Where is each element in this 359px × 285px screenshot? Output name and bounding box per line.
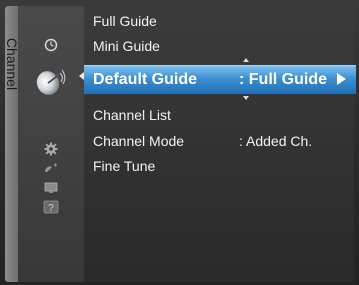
menu-item-channel-mode[interactable]: Channel Mode — [93, 133, 184, 149]
category-side-tab: Channel — [4, 6, 20, 282]
svg-text:?: ? — [48, 203, 54, 214]
default-guide-value[interactable]: : Full Guide — [239, 71, 327, 89]
menu-item-fine-tune[interactable]: Fine Tune — [93, 158, 155, 174]
satellite-dish-icon[interactable] — [18, 64, 84, 100]
menu-item-mini-guide[interactable]: Mini Guide — [93, 38, 160, 54]
option-down-arrow[interactable] — [243, 96, 249, 100]
menu-item-channel-list[interactable]: Channel List — [93, 107, 171, 123]
channel-mode-value[interactable]: : Added Ch. — [239, 133, 312, 149]
option-up-arrow[interactable] — [243, 58, 249, 62]
submenu-right-arrow[interactable] — [337, 73, 346, 85]
icon-column: ? — [18, 6, 85, 282]
clock-icon[interactable] — [18, 32, 84, 58]
menu-item-default-guide[interactable]: Default Guide — [93, 71, 197, 89]
menu-item-full-guide[interactable]: Full Guide — [93, 13, 157, 29]
help-icon[interactable]: ? — [18, 194, 84, 220]
